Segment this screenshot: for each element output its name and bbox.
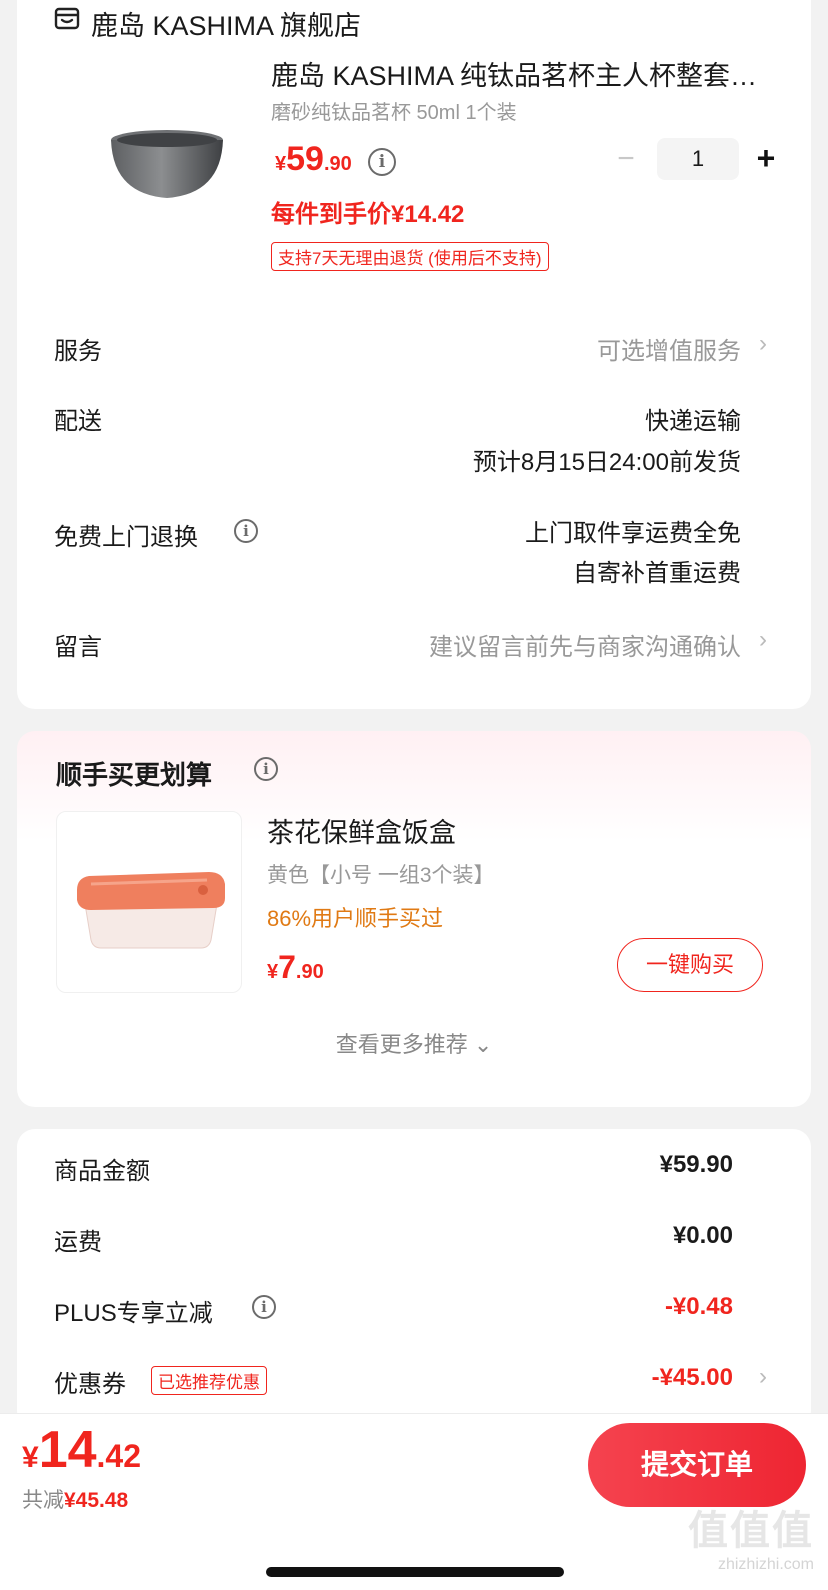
recommend-item-name[interactable]: 茶花保鲜盒饭盒 — [267, 811, 456, 850]
price-integer: 14 — [38, 1421, 97, 1479]
more-recommend-link[interactable]: 查看更多推荐 ⌄ — [17, 1027, 811, 1059]
home-indicator[interactable] — [266, 1567, 564, 1577]
total-saved: 共减¥45.48 — [22, 1484, 128, 1514]
price-decimal: .42 — [96, 1438, 142, 1474]
product-price: ¥59.90 — [275, 140, 352, 179]
total-price: ¥14.42 — [22, 1420, 141, 1480]
recommend-item-price: ¥7.90 — [267, 949, 324, 986]
message-label: 留言 — [54, 634, 102, 661]
quantity-input[interactable]: 1 — [657, 138, 739, 180]
return-policy-tag: 支持7天无理由退货 (使用后不支持) — [271, 242, 549, 271]
saved-prefix: 共减 — [22, 1489, 64, 1512]
info-icon[interactable]: i — [234, 519, 258, 543]
free-return-value-2: 自寄补首重运费 — [573, 560, 741, 587]
chevron-right-icon[interactable]: › — [759, 330, 767, 358]
plus-discount-label: PLUS专享立减 — [54, 1300, 213, 1327]
coupon-value[interactable]: -¥45.00 — [652, 1364, 733, 1392]
summary-card: 商品金额 ¥59.90 运费 ¥0.00 PLUS专享立减 i -¥0.48 优… — [17, 1129, 811, 1429]
product-title[interactable]: 鹿岛 KASHIMA 纯钛品茗杯主人杯整套… — [271, 54, 771, 93]
final-price: 每件到手价¥14.42 — [271, 201, 465, 228]
message-input[interactable]: 建议留言前先与商家沟通确认 — [429, 627, 741, 662]
quantity-plus-button[interactable]: + — [749, 140, 783, 178]
submit-order-button[interactable]: 提交订单 — [588, 1423, 806, 1507]
price-integer: 59 — [286, 140, 324, 178]
goods-amount-value: ¥59.90 — [659, 1151, 733, 1178]
recommend-title: 顺手买更划算 — [56, 760, 213, 790]
price-decimal: .90 — [323, 153, 352, 175]
info-icon[interactable]: i — [252, 1295, 276, 1319]
product-image[interactable] — [91, 98, 243, 218]
shipping-value: ¥0.00 — [672, 1222, 733, 1249]
recommend-item-spec: 黄色【小号 一组3个装】 — [267, 864, 495, 887]
store-card: 鹿岛 KASHIMA 旗舰店 鹿岛 KASHIMA 纯钛品茗杯主人杯整套… 磨砂… — [17, 0, 811, 709]
plus-discount-value: -¥0.48 — [664, 1293, 733, 1320]
price-symbol: ¥ — [22, 1441, 39, 1474]
price-symbol: ¥ — [267, 961, 279, 983]
store-name[interactable]: 鹿岛 KASHIMA 旗舰店 — [91, 4, 361, 43]
recommend-item-image[interactable] — [56, 811, 242, 993]
recommend-card: 顺手买更划算 i 茶花保鲜盒饭盒 黄色【小号 一组3个装】 86%用户顺手买过 … — [17, 731, 811, 1107]
service-value[interactable]: 可选增值服务 — [597, 331, 741, 366]
free-return-value-1: 上门取件享运费全免 — [525, 520, 741, 547]
price-symbol: ¥ — [275, 153, 287, 175]
shipping-label: 运费 — [54, 1229, 102, 1256]
store-icon — [53, 4, 81, 32]
chevron-right-icon[interactable]: › — [759, 626, 767, 654]
service-label: 服务 — [54, 338, 102, 365]
free-return-label: 免费上门退换 — [54, 524, 198, 551]
coupon-tag: 已选推荐优惠 — [151, 1366, 267, 1395]
one-click-buy-button[interactable]: 一键购买 — [617, 938, 763, 992]
watermark-url: zhizhizhi.com — [717, 1556, 814, 1573]
delivery-label: 配送 — [54, 408, 102, 435]
saved-value: ¥45.48 — [64, 1489, 129, 1512]
price-decimal: .90 — [295, 961, 324, 983]
recommend-item-percent: 86%用户顺手买过 — [267, 906, 444, 931]
info-icon[interactable]: i — [254, 757, 278, 781]
goods-amount-label: 商品金额 — [54, 1158, 150, 1185]
product-spec[interactable]: 磨砂纯钛品茗杯 50ml 1个装 — [271, 96, 517, 125]
coupon-label: 优惠券 — [54, 1371, 126, 1398]
info-icon[interactable]: i — [368, 148, 396, 176]
delivery-estimate: 预计8月15日24:00前发货 — [472, 449, 741, 476]
price-integer: 7 — [278, 949, 296, 985]
delivery-method: 快递运输 — [645, 408, 741, 435]
chevron-right-icon[interactable]: › — [759, 1363, 767, 1391]
watermark: 值值值 — [688, 1509, 814, 1553]
quantity-minus-button[interactable]: − — [611, 142, 641, 178]
